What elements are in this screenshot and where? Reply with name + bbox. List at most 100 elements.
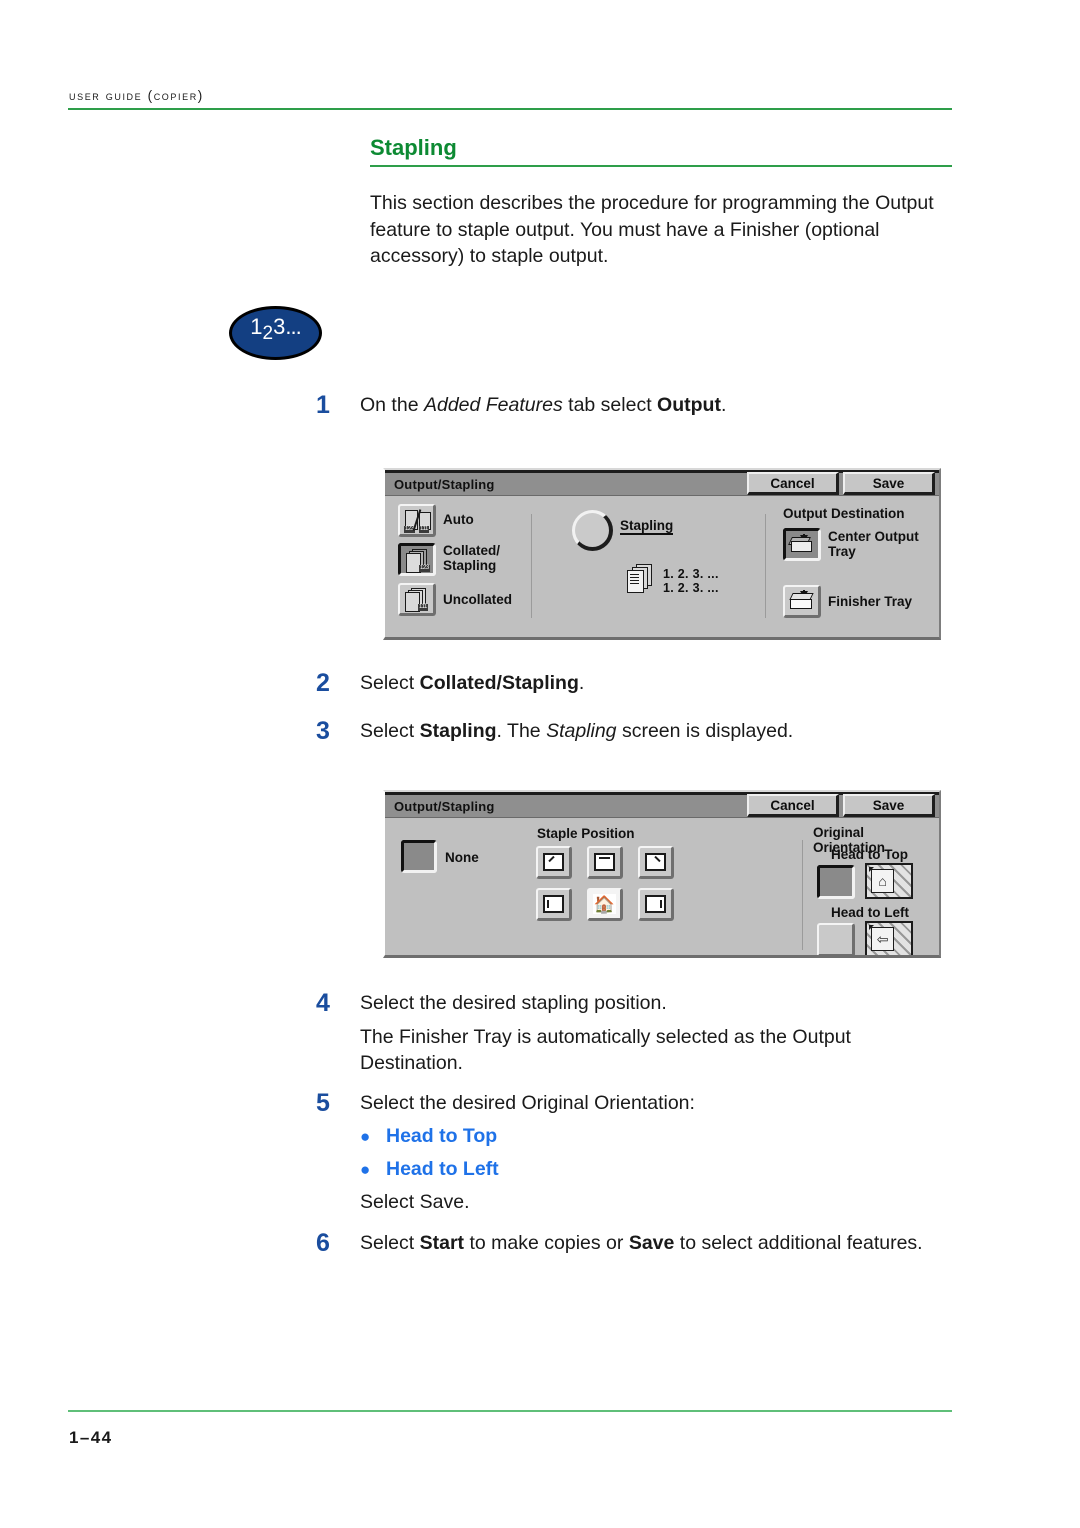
collate-option-auto[interactable]: 123 111 (398, 504, 436, 537)
page-glyph (645, 853, 666, 871)
step-5-aftertext: Select Save. (360, 1190, 470, 1213)
step-4-subtext: The Finisher Tray is automatically selec… (360, 1025, 851, 1075)
staple-position-label: Staple Position (537, 826, 635, 841)
staple-position-right-double[interactable] (638, 888, 674, 921)
separator-orientation (802, 840, 803, 950)
cancel-button[interactable]: Cancel (747, 472, 839, 495)
collate-option-uncollated[interactable]: 111 (398, 583, 436, 616)
auto-collate-icon: 123 111 (400, 506, 433, 534)
orientation-options-list: ● Head to Top ● Head to Left (360, 1123, 972, 1183)
section-rule (370, 165, 952, 168)
orientation-head-to-top-button[interactable] (817, 865, 855, 899)
list-item: ● Head to Top (360, 1123, 972, 1150)
running-header-text: USER GUIDE (COPIER) (69, 88, 204, 103)
step-4-text: Select the desired stapling position. (360, 992, 667, 1014)
finisher-tray-icon (788, 590, 815, 612)
staple-position-left-double[interactable] (536, 888, 572, 921)
step-2-number: 2 (316, 669, 330, 697)
destination-finisher-tray[interactable] (783, 585, 821, 618)
step-2-bold: Collated/Stapling (419, 672, 579, 694)
step-1: 1 On the Added Features tab select Outpu… (312, 392, 972, 419)
center-output-tray-icon (788, 534, 815, 555)
destination-center-output-tray-label: Center Output Tray (828, 529, 919, 559)
stapling-toggle-button[interactable] (572, 510, 613, 551)
collate-option-collated-stapling[interactable]: 123 (398, 543, 436, 576)
procedure-badge-icon: 123... (229, 306, 322, 360)
separator-right (765, 514, 766, 618)
section-heading: Stapling (370, 135, 952, 168)
destination-center-output-tray[interactable] (783, 528, 821, 561)
collate-option-collated-stapling-label: Collated/ Stapling (443, 543, 501, 573)
step-5-text: Select the desired Original Orientation: (360, 1092, 695, 1114)
bullet-icon: ● (360, 1126, 371, 1146)
step-1-italic: Added Features (423, 394, 563, 416)
output-stapling-screen[interactable]: Output/Stapling Cancel Save 123 111 Auto (383, 468, 941, 640)
running-header: USER GUIDE (COPIER) (68, 88, 952, 110)
staple-position-top-left-diagonal[interactable] (536, 846, 572, 879)
titlebar-buttons: Cancel Save (747, 794, 935, 817)
page-glyph (594, 853, 615, 871)
head-to-left-preview-icon: ⇦ (865, 921, 913, 955)
step-3-text: Select Stapling. The Stapling screen is … (360, 720, 794, 742)
orientation-head-to-top-label: Head to Top (831, 847, 908, 862)
orientation-head-to-left-button[interactable] (817, 923, 855, 955)
staple-position-top-double[interactable] (587, 846, 623, 879)
step-4: 4 Select the desired stapling position. … (312, 990, 972, 1077)
stapling-sample-icon (622, 563, 660, 595)
step-5-number: 5 (316, 1089, 330, 1117)
bullet-head-to-top: Head to Top (386, 1124, 498, 1147)
step-1-number: 1 (316, 391, 330, 419)
step-3-bold: Stapling (419, 720, 497, 742)
step-6-bold-start: Start (419, 1232, 465, 1254)
badge-ellipsis: ... (285, 314, 301, 339)
titlebar-buttons: Cancel Save (747, 472, 935, 495)
page-number: 1–44 (69, 1428, 113, 1447)
panel-titlebar: Output/Stapling Cancel Save (385, 794, 939, 818)
home-icon: 🏠 (593, 894, 616, 914)
step-3-italic: Stapling (546, 720, 617, 742)
bullet-head-to-left: Head to Left (386, 1157, 499, 1180)
staple-option-none-label: None (445, 850, 479, 865)
step-1-bold: Output (657, 394, 721, 416)
badge-digit-one: 1 (250, 314, 263, 339)
step-5: 5 Select the desired Original Orientatio… (312, 1090, 972, 1215)
step-6-bold-save: Save (628, 1232, 675, 1254)
step-2: 2 Select Collated/Stapling. (312, 670, 972, 697)
badge-digit-two: 2 (262, 323, 274, 344)
orientation-head-to-left-label: Head to Left (831, 905, 910, 920)
staple-position-home[interactable]: 🏠 (587, 888, 623, 921)
intro-paragraph: This section describes the procedure for… (370, 192, 934, 267)
page-title: Stapling (370, 135, 457, 160)
step-3: 3 Select Stapling. The Stapling screen i… (312, 718, 972, 745)
page-glyph (543, 895, 564, 913)
cancel-button[interactable]: Cancel (747, 794, 839, 817)
panel-body: None Staple Position 🏠 Original Orientat… (385, 818, 939, 955)
save-button[interactable]: Save (843, 794, 935, 817)
head-to-top-preview-icon: ⌂ (865, 863, 913, 899)
panel-body: 123 111 Auto 123 Collated/ Stapling 111 (385, 496, 939, 637)
step-4-number: 4 (316, 989, 330, 1017)
step-6: 6 Select Start to make copies or Save to… (312, 1230, 992, 1257)
staple-position-top-right-diagonal[interactable] (638, 846, 674, 879)
collate-option-auto-label: Auto (443, 512, 474, 527)
stapling-sample-sequence: 1. 2. 3. ... 1. 2. 3. ... (663, 567, 719, 595)
step-3-number: 3 (316, 717, 330, 745)
step-6-number: 6 (316, 1229, 330, 1257)
page-glyph (645, 895, 666, 913)
destination-finisher-tray-label: Finisher Tray (828, 594, 913, 609)
panel-title: Output/Stapling (394, 476, 495, 492)
separator-left (531, 514, 532, 618)
bullet-icon: ● (360, 1159, 371, 1179)
collate-option-uncollated-label: Uncollated (443, 592, 513, 607)
stapling-toggle-label: Stapling (620, 518, 674, 535)
save-button[interactable]: Save (843, 472, 935, 495)
staple-position-screen[interactable]: Output/Stapling Cancel Save None Staple … (383, 790, 941, 958)
header-rule (68, 108, 952, 110)
badge-digit-three: 3 (273, 314, 286, 339)
staple-option-none[interactable] (401, 840, 437, 873)
collated-stapling-icon: 123 (401, 546, 433, 573)
output-destination-label: Output Destination (783, 506, 905, 521)
step-6-text: Select Start to make copies or Save to s… (360, 1232, 923, 1254)
uncollated-icon: 111 (400, 585, 433, 613)
list-item: ● Head to Left (360, 1156, 972, 1183)
